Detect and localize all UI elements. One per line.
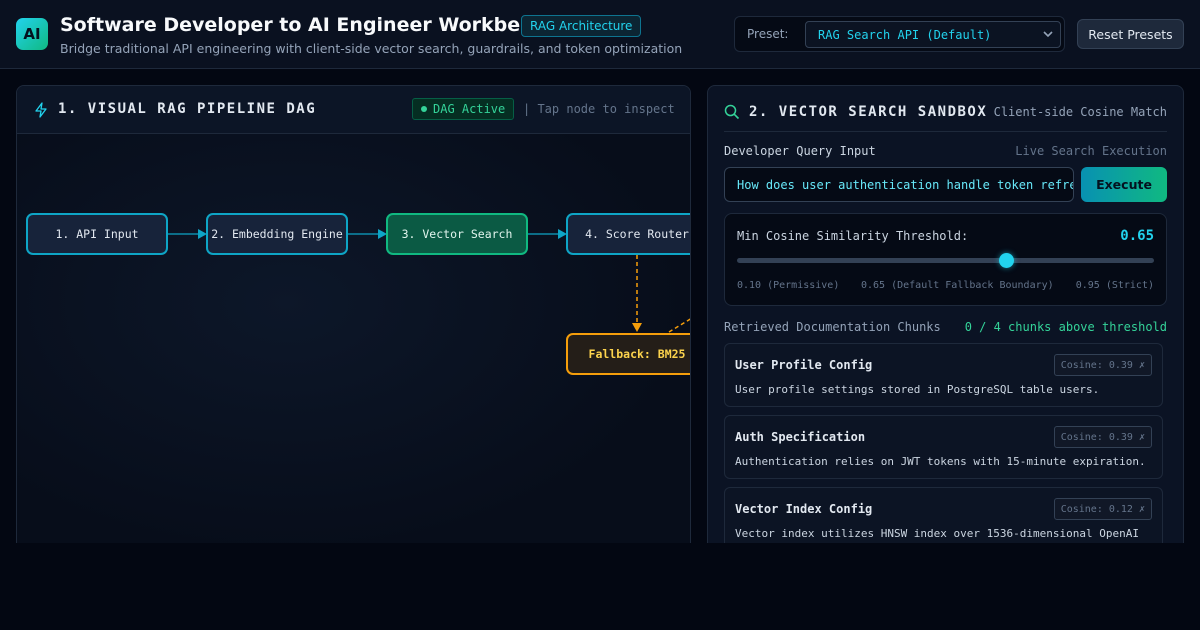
sandbox-title: 2. VECTOR SEARCH SANDBOX — [749, 104, 988, 120]
preset-dropdown[interactable]: RAG Search API (Default) — [805, 21, 1061, 48]
chunk-card[interactable]: User Profile Config Cosine: 0.39 ✗ User … — [724, 343, 1163, 407]
threshold-max-label: 0.95 (Strict) — [1075, 280, 1154, 291]
sandbox-panel: 2. VECTOR SEARCH SANDBOX Client-side Cos… — [707, 85, 1184, 555]
pipeline-title: 1. VISUAL RAG PIPELINE DAG — [58, 101, 317, 117]
preset-selector: Preset: RAG Search API (Default) — [734, 16, 1065, 52]
dag-hint: | Tap node to inspect — [523, 102, 675, 116]
node-score-router[interactable]: 4. Score Router — [566, 213, 690, 255]
dag-status-text: DAG Active — [433, 102, 506, 116]
query-label: Developer Query Input — [724, 144, 876, 158]
cosine-score-badge: Cosine: 0.39 ✗ — [1053, 354, 1152, 376]
chunk-card[interactable]: Vector Index Config Cosine: 0.12 ✗ Vecto… — [724, 487, 1163, 554]
threshold-slider-track[interactable] — [737, 258, 1154, 263]
divider — [724, 131, 1167, 132]
chevron-down-icon — [1043, 31, 1053, 38]
results-count: 0 / 4 chunks above threshold — [964, 320, 1167, 334]
live-search-label: Live Search Execution — [1015, 144, 1167, 158]
threshold-panel: Min Cosine Similarity Threshold: 0.65 0.… — [724, 213, 1167, 306]
dag-canvas: 1. API Input 2. Embedding Engine 3. Vect… — [17, 134, 690, 554]
threshold-min-label: 0.10 (Permissive) — [737, 280, 840, 291]
dag-status-badge: DAG Active — [412, 98, 515, 120]
node-vector-search[interactable]: 3. Vector Search — [386, 213, 528, 255]
page-background — [0, 543, 1200, 630]
chunk-title: Vector Index Config — [735, 502, 873, 516]
reset-presets-button[interactable]: Reset Presets — [1077, 19, 1184, 49]
app-logo: AI — [16, 18, 48, 50]
pipeline-header: 1. VISUAL RAG PIPELINE DAG DAG Active | … — [17, 86, 690, 134]
query-input[interactable]: How does user authentication handle toke… — [724, 167, 1074, 202]
results-label: Retrieved Documentation Chunks — [724, 320, 941, 334]
chunk-title: User Profile Config — [735, 358, 873, 372]
preset-label: Preset: — [747, 27, 789, 41]
chunk-text: Authentication relies on JWT tokens with… — [735, 455, 1146, 468]
threshold-mid-label: 0.65 (Default Fallback Boundary) — [861, 280, 1054, 291]
threshold-slider-thumb[interactable] — [999, 253, 1015, 268]
app-header: AI Software Developer to AI Engineer Wor… — [0, 0, 1200, 69]
app-title: Software Developer to AI Engineer Workbe… — [60, 14, 559, 36]
threshold-value: 0.65 — [1120, 228, 1154, 244]
node-fallback-bm25[interactable]: Fallback: BM25 — [566, 333, 690, 375]
node-api-input[interactable]: 1. API Input — [26, 213, 168, 255]
sandbox-subtitle: Client-side Cosine Match — [993, 105, 1167, 119]
chunk-title: Auth Specification — [735, 430, 866, 444]
cosine-score-badge: Cosine: 0.12 ✗ — [1053, 498, 1152, 520]
edge-fallback-out — [668, 318, 690, 333]
app-subtitle: Bridge traditional API engineering with … — [60, 41, 683, 56]
pipeline-panel: 1. VISUAL RAG PIPELINE DAG DAG Active | … — [16, 85, 691, 555]
chunk-text: User profile settings stored in PostgreS… — [735, 383, 1100, 396]
execute-button[interactable]: Execute — [1081, 167, 1167, 202]
search-icon — [724, 104, 740, 120]
node-embedding-engine[interactable]: 2. Embedding Engine — [206, 213, 348, 255]
arrow-head-icon — [632, 323, 642, 332]
preset-value: RAG Search API (Default) — [818, 27, 992, 42]
chunk-card[interactable]: Auth Specification Cosine: 0.39 ✗ Authen… — [724, 415, 1163, 479]
threshold-label: Min Cosine Similarity Threshold: — [737, 229, 969, 243]
architecture-badge: RAG Architecture — [521, 15, 642, 37]
status-dot-icon — [421, 106, 427, 112]
cosine-score-badge: Cosine: 0.39 ✗ — [1053, 426, 1152, 448]
lightning-icon — [35, 102, 47, 118]
